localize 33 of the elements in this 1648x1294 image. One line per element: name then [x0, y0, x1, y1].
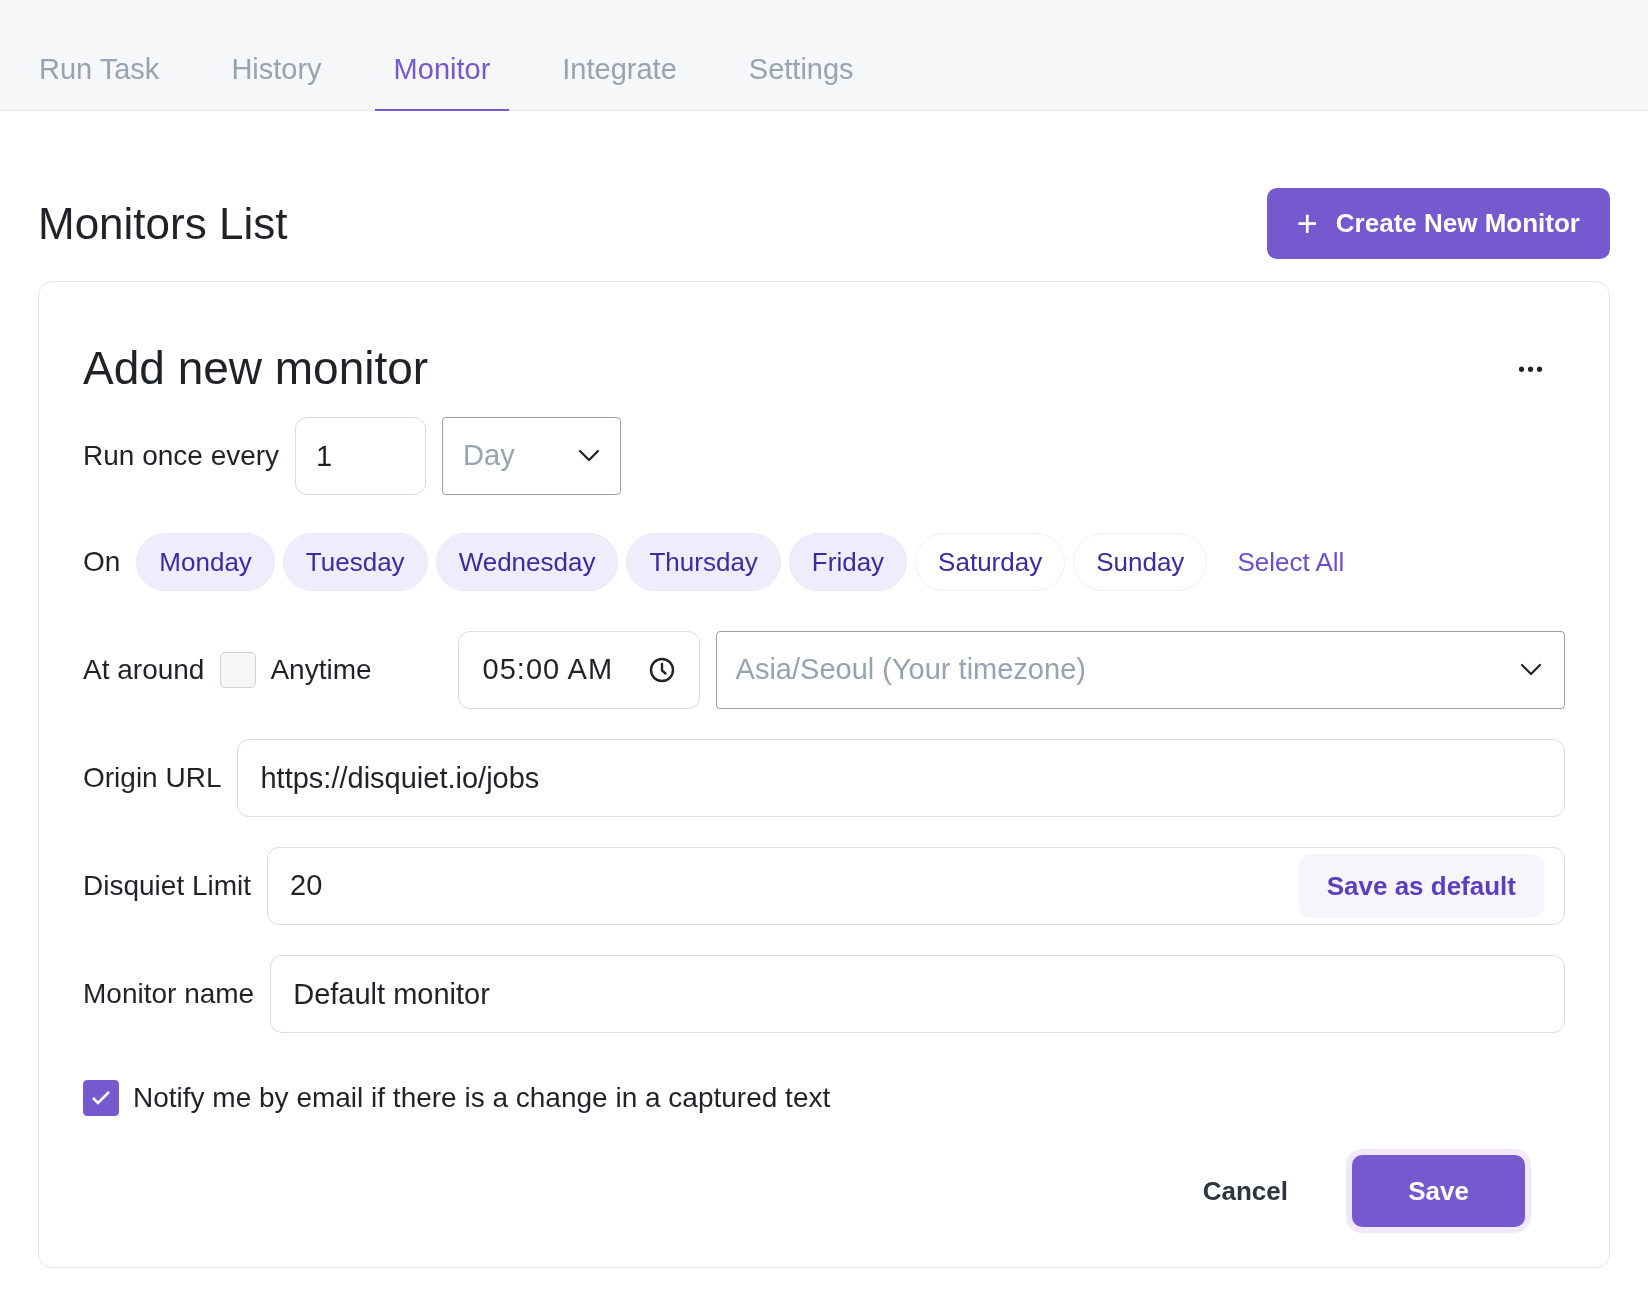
time-field[interactable]: 05:00 AM — [457, 631, 700, 709]
day-chip[interactable]: Wednesday — [435, 533, 619, 591]
plus-icon: + — [1296, 205, 1318, 242]
day-chip[interactable]: Sunday — [1073, 533, 1208, 591]
save-as-default-button[interactable]: Save as default — [1298, 854, 1544, 918]
monitor-name-input[interactable]: Default monitor — [270, 955, 1565, 1033]
field-label: At around — [83, 653, 205, 687]
cancel-button[interactable]: Cancel — [1202, 1171, 1288, 1211]
day-chip[interactable]: Monday — [136, 533, 275, 591]
page-title: Monitors List — [38, 197, 288, 250]
field-label: Origin URL — [83, 761, 222, 795]
day-chip[interactable]: Saturday — [915, 533, 1066, 591]
day-chip[interactable]: Tuesday — [282, 533, 428, 591]
notify-label: Notify me by email if there is a change in a captured text — [133, 1081, 831, 1115]
field-label: Disquiet Limit — [83, 869, 252, 903]
anytime-label: Anytime — [270, 653, 372, 687]
clock-icon — [648, 657, 675, 683]
anytime-checkbox[interactable] — [220, 652, 257, 688]
field-label: Monitor name — [83, 977, 255, 1011]
field-label: On — [83, 545, 121, 579]
interval-input[interactable]: 1 — [295, 417, 427, 495]
create-new-monitor-button[interactable]: + Create New Monitor — [1266, 188, 1610, 259]
chevron-down-icon — [1520, 663, 1542, 677]
limit-field[interactable]: 20 Save as default — [267, 847, 1565, 925]
day-chip[interactable]: Thursday — [626, 533, 781, 591]
chevron-down-icon — [578, 449, 601, 463]
form-title: Add new monitor — [83, 341, 429, 396]
notify-checkbox[interactable] — [83, 1080, 119, 1116]
origin-url-input[interactable]: https://disquiet.io/jobs — [237, 739, 1565, 817]
field-label: Run once every — [83, 439, 280, 473]
select-all-link[interactable]: Select All — [1237, 542, 1345, 582]
day-chip[interactable]: Friday — [788, 533, 908, 591]
tab[interactable]: Monitor — [374, 47, 510, 111]
